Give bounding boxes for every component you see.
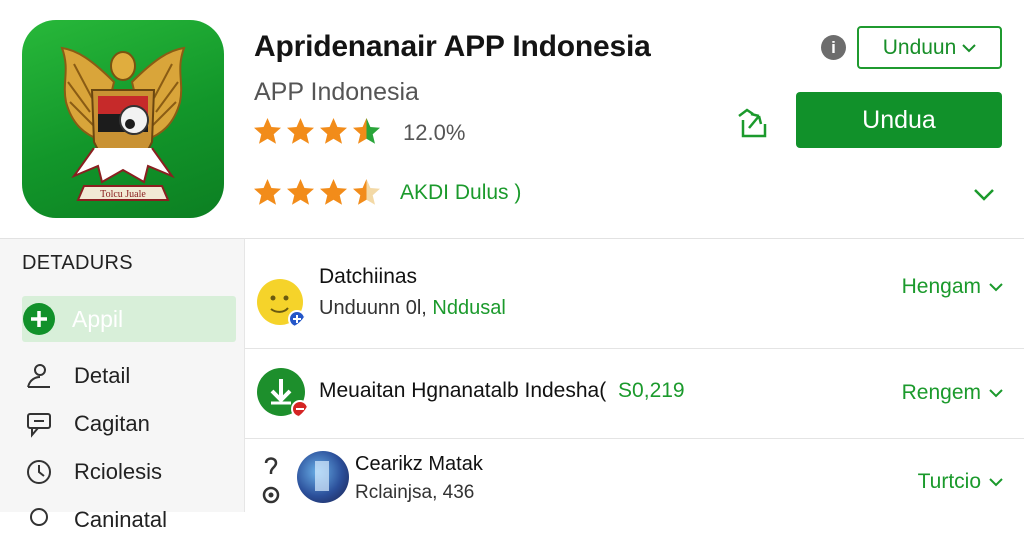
install-button[interactable]: Undua	[796, 92, 1002, 148]
person-icon	[22, 359, 56, 393]
chevron-down-icon	[989, 283, 1003, 292]
list-item[interactable]: Datchiinas Unduunn 0l, Nddusal Hengam	[245, 239, 1024, 349]
chevron-down-icon	[989, 478, 1003, 487]
row-title: Datchiinas	[319, 265, 418, 288]
row-subtitle: Rclainjsa, 436	[355, 482, 475, 503]
sidebar-item-caninatal[interactable]: Caninatal	[22, 497, 236, 543]
chevron-down-icon	[989, 389, 1003, 398]
sidebar: DETADURS Appil Detail Cagitan Rciolesis …	[0, 238, 244, 532]
plus-icon	[22, 302, 56, 336]
detail-list: Datchiinas Unduunn 0l, Nddusal Hengam Me…	[244, 238, 1024, 512]
star-icon	[353, 118, 380, 144]
list-item[interactable]: Meuaitan Hgnanatalb Indesha( S0,219 Reng…	[245, 349, 1024, 439]
row-subtitle: Unduunn 0l, Nddusal	[319, 297, 506, 320]
help-icon	[262, 457, 280, 504]
sidebar-item-detail[interactable]: Detail	[22, 353, 236, 399]
app-subtitle: APP Indonesia	[254, 78, 419, 106]
clock-icon	[22, 455, 56, 489]
garuda-emblem-icon: Tolcu Juale	[60, 46, 186, 201]
content-rating-label[interactable]: AKDI Dulus )	[400, 181, 521, 205]
sidebar-heading: DETADURS	[22, 252, 133, 274]
rating-value: 12.0%	[403, 120, 466, 145]
emblem-motto: Tolcu Juale	[100, 189, 146, 200]
chat-icon	[22, 407, 56, 441]
row-title-text: Meuaitan Hgnanatalb Indesha(	[319, 379, 607, 402]
row-action-label: Rengem	[901, 381, 981, 404]
info-icon[interactable]: i	[821, 35, 846, 60]
face-avatar-icon	[257, 279, 306, 328]
location-icon	[22, 503, 56, 537]
app-header: Tolcu Juale Apridenanair APP Indonesia A…	[0, 0, 1024, 238]
star-icon	[254, 179, 281, 205]
sidebar-item-label: Rciolesis	[74, 459, 163, 484]
star-icon	[287, 179, 314, 205]
sidebar-item-label: Cagitan	[74, 411, 150, 436]
sidebar-item-label: Detail	[74, 363, 131, 388]
star-icon	[287, 118, 314, 144]
content-rating-stars	[252, 177, 382, 208]
sidebar-item-cagitan[interactable]: Cagitan	[22, 401, 236, 447]
row-action[interactable]: Rengem	[902, 381, 1003, 405]
rating-stars	[252, 116, 382, 147]
row-title-highlight: S0,219	[618, 379, 685, 402]
download-icon	[257, 368, 309, 418]
dropdown-label: Unduun	[882, 35, 957, 59]
list-item[interactable]: Cearikz Matak Rclainjsa, 436 Turtcio	[245, 439, 1024, 519]
app-title: Apridenanair APP Indonesia	[254, 30, 651, 63]
star-icon	[254, 118, 281, 144]
chevron-down-icon	[962, 43, 976, 52]
star-icon	[320, 118, 347, 144]
sidebar-item-label: Appil	[72, 305, 124, 332]
row-action[interactable]: Turtcio	[918, 470, 1003, 494]
sidebar-item-label: Caninatal	[74, 507, 167, 532]
sidebar-item-appil[interactable]: Appil	[22, 296, 236, 342]
star-icon	[320, 179, 347, 205]
share-icon[interactable]	[737, 106, 771, 140]
photo-avatar	[297, 451, 349, 503]
unduun-dropdown-button[interactable]: Unduun	[857, 26, 1002, 69]
star-icon	[353, 179, 380, 205]
row-action[interactable]: Hengam	[902, 275, 1003, 299]
app-icon: Tolcu Juale	[22, 20, 224, 218]
expand-chevron-icon[interactable]	[972, 184, 996, 204]
row-title: Meuaitan Hgnanatalb Indesha( S0,219	[319, 379, 685, 403]
row-title: Cearikz Matak	[355, 453, 483, 475]
sidebar-item-rciolesis[interactable]: Rciolesis	[22, 449, 236, 495]
row-action-label: Turtcio	[917, 470, 981, 493]
row-subtitle-highlight: Nddusal	[432, 297, 506, 319]
row-subtitle-text: Unduunn 0l,	[319, 297, 433, 319]
row-action-label: Hengam	[901, 275, 981, 298]
